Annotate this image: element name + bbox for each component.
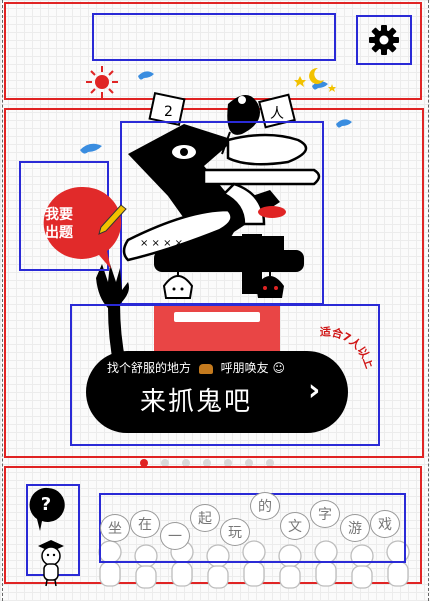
age-note: 适合7人以上 bbox=[320, 325, 372, 371]
tag-left-label: 2 bbox=[164, 104, 173, 120]
help-label: ? bbox=[40, 494, 52, 515]
couch-icon bbox=[198, 363, 213, 374]
slogan-char: 起 bbox=[190, 504, 220, 532]
slogan-char: 一 bbox=[160, 522, 190, 550]
logo-frame bbox=[120, 121, 324, 305]
slogan-char: 坐 bbox=[100, 514, 130, 542]
slogan-char: 在 bbox=[130, 510, 160, 538]
create-label-line2: 出题 bbox=[45, 225, 73, 241]
svg-text:适合7人以上: 适合7人以上 bbox=[320, 325, 372, 371]
start-subtitle-part2: 呼朋唤友 bbox=[220, 361, 269, 375]
friends-icon: ☺ bbox=[272, 361, 286, 375]
create-puzzle-button[interactable]: 我要 出题 bbox=[19, 161, 127, 271]
title-slot bbox=[92, 13, 336, 61]
graduate-figure-icon bbox=[38, 540, 64, 587]
slogan-bubbles: 坐在一起玩的文字游戏 bbox=[96, 488, 416, 568]
start-game-label: 来抓鬼吧 bbox=[139, 387, 252, 417]
create-label-line1: 我要 bbox=[45, 207, 73, 223]
gear-icon bbox=[369, 25, 399, 55]
page-edge-left bbox=[2, 0, 3, 601]
start-subtitle: 找个舒服的地方 呼朋唤友 ☺ bbox=[86, 359, 306, 376]
settings-button[interactable] bbox=[356, 15, 412, 65]
start-subtitle-part1: 找个舒服的地方 bbox=[106, 361, 191, 375]
age-note-text: 适合7人以上 bbox=[320, 325, 372, 371]
tag-right-label: 人 bbox=[270, 106, 284, 122]
slogan-char: 的 bbox=[250, 492, 280, 520]
slogan-char: 文 bbox=[280, 512, 310, 540]
slogan-char: 玩 bbox=[220, 518, 250, 546]
create-puzzle-label: 我要 出题 bbox=[39, 206, 79, 242]
slogan-char: 字 bbox=[310, 500, 340, 528]
help-button[interactable]: ? bbox=[28, 486, 68, 531]
slogan-char: 游 bbox=[340, 514, 370, 542]
slogan-char: 戏 bbox=[370, 510, 400, 538]
blue-bird-icon bbox=[138, 71, 154, 80]
